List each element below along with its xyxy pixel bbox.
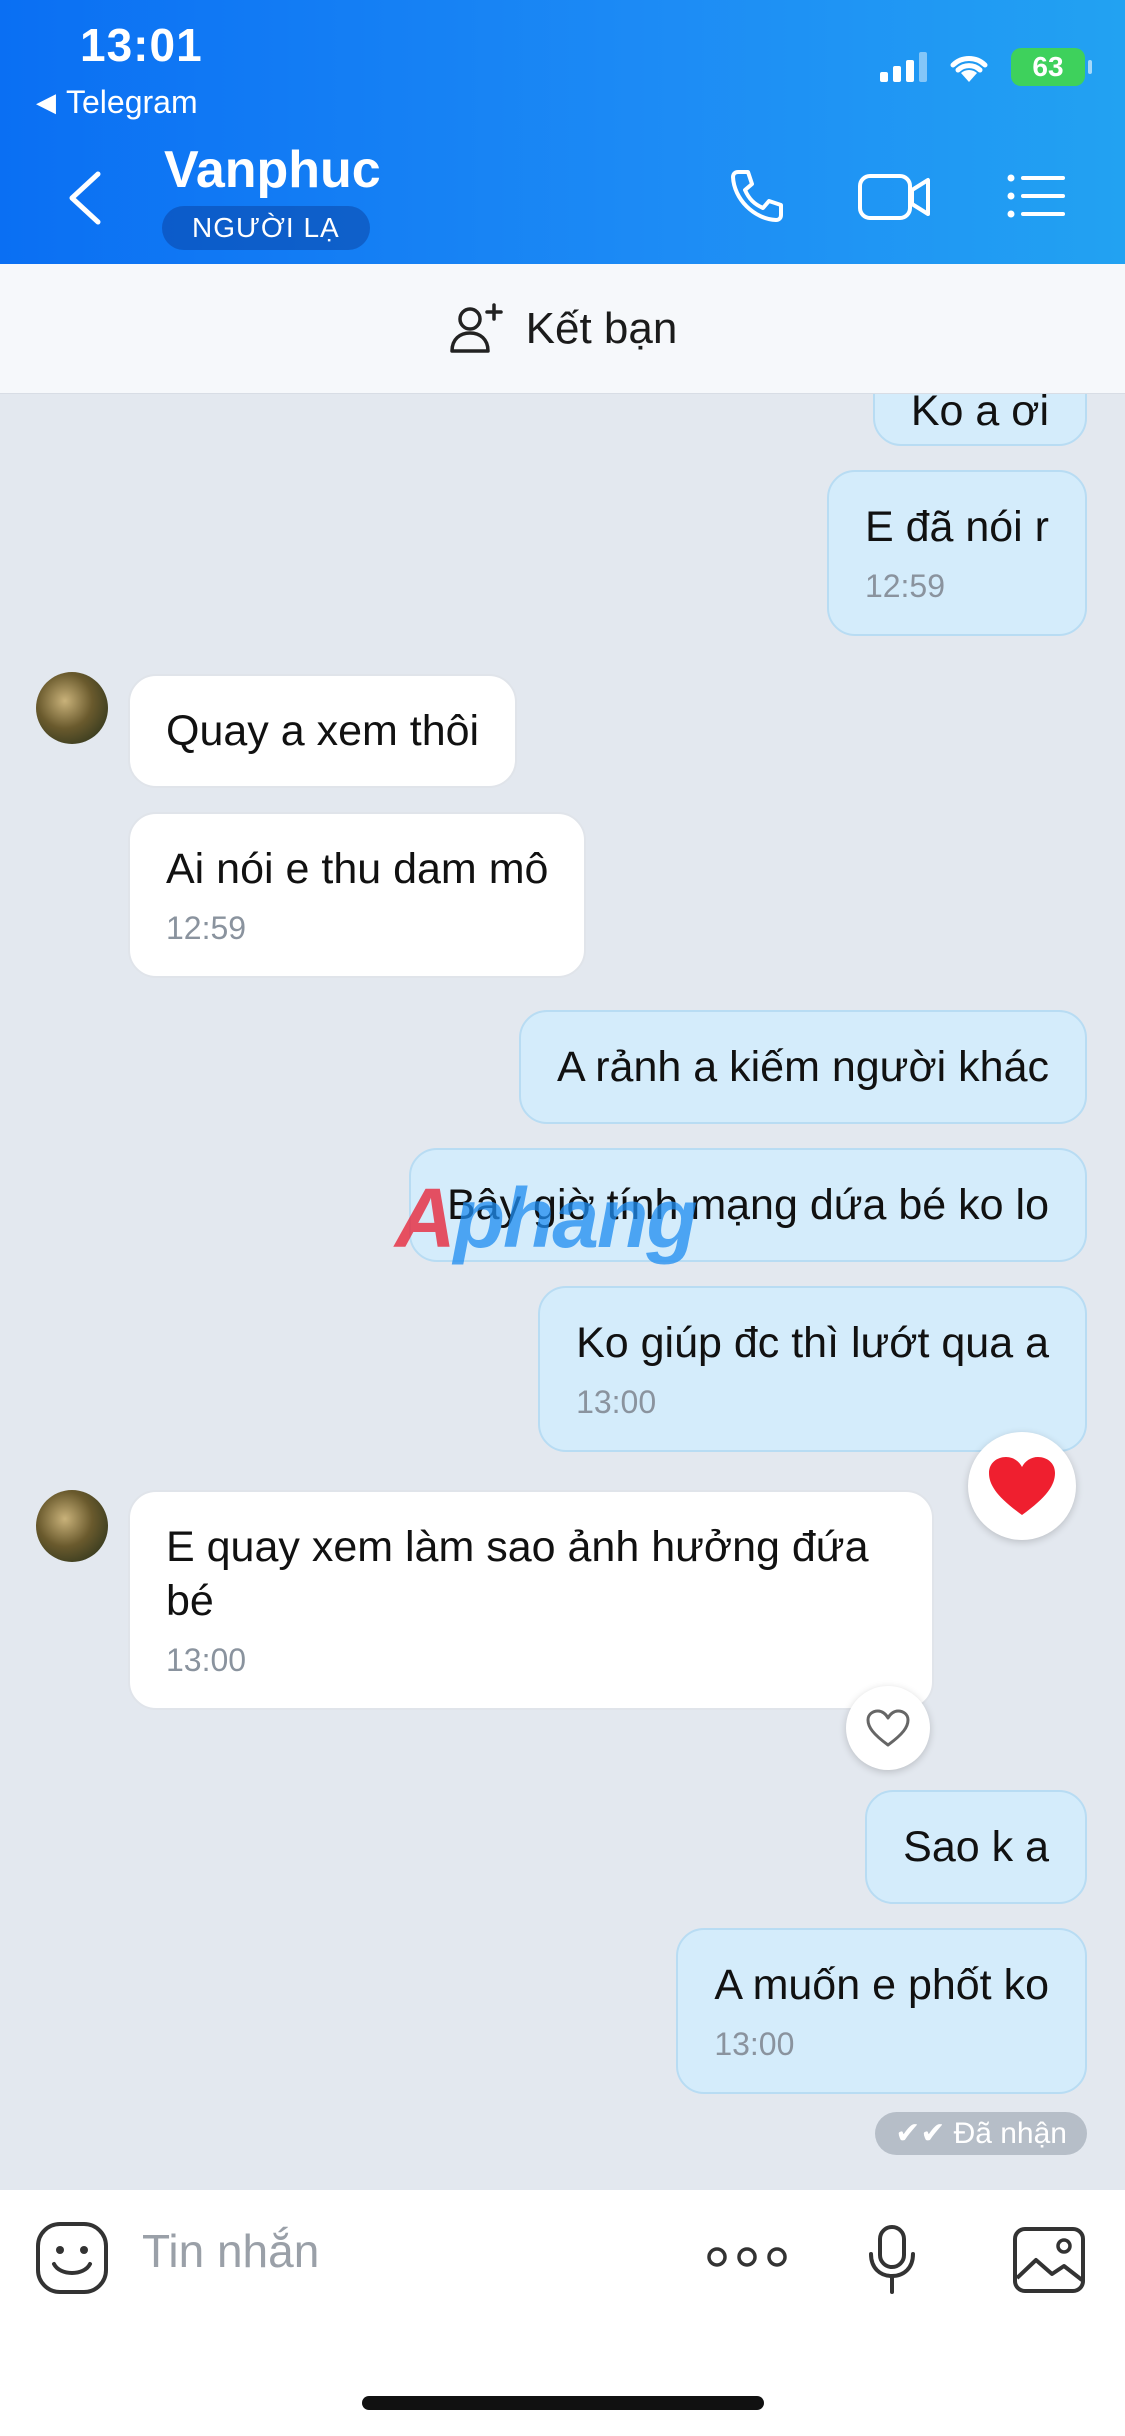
back-app-label: Telegram xyxy=(66,84,198,120)
status-icons: 63 xyxy=(880,48,1092,86)
message-bubble-in[interactable]: Quay a xem thôi xyxy=(128,674,518,788)
heart-outline-icon xyxy=(866,1709,910,1747)
heart-filled-icon xyxy=(989,1457,1055,1515)
message-text: Quay a xem thôi xyxy=(166,707,480,755)
video-call-icon[interactable] xyxy=(856,164,932,228)
status-time: 13:01 xyxy=(80,19,203,71)
delivery-status-label: Đã nhận xyxy=(953,2116,1067,2150)
message-bubble-in[interactable]: E quay xem làm sao ảnh hưởng đứa bé 13:0… xyxy=(128,1490,934,1710)
watermark-logo: Aphang xyxy=(395,1171,698,1265)
message-time: 12:59 xyxy=(166,910,247,946)
contact-avatar[interactable] xyxy=(36,1490,108,1562)
delivery-status: ✔✔ Đã nhận xyxy=(875,2112,1087,2155)
back-triangle-icon: ◀ xyxy=(36,87,56,117)
stranger-badge: NGƯỜI LẠ xyxy=(162,206,370,250)
react-button[interactable] xyxy=(846,1686,930,1770)
message-time: 13:00 xyxy=(166,1642,247,1678)
message-text: A muốn e phốt ko xyxy=(714,1961,1049,2009)
wifi-icon xyxy=(950,56,988,82)
more-options-icon[interactable] xyxy=(706,2242,788,2272)
reaction-heart[interactable] xyxy=(968,1432,1076,1540)
message-bubble-out[interactable]: E đã nói r 12:59 xyxy=(826,470,1087,636)
contact-avatar[interactable] xyxy=(36,672,108,744)
battery-icon: 63 xyxy=(1011,48,1092,86)
home-indicator[interactable] xyxy=(362,2396,764,2410)
message-text: Sao k a xyxy=(903,1823,1049,1871)
add-person-icon xyxy=(449,302,503,353)
message-text: Ko giúp đc thì lướt qua a xyxy=(576,1319,1049,1367)
microphone-icon[interactable] xyxy=(866,2224,918,2296)
message-text: E đã nói r xyxy=(864,503,1049,551)
message-time: 13:00 xyxy=(576,1384,657,1420)
message-bubble-in[interactable]: Ai nói e thu dam mô 12:59 xyxy=(128,812,587,978)
message-text: Ai nói e thu dam mô xyxy=(166,845,549,893)
emoji-sticker-icon[interactable] xyxy=(34,2220,110,2296)
message-bubble-out[interactable]: Ko giúp đc thì lướt qua a 13:00 xyxy=(538,1286,1087,1452)
phone-call-icon[interactable] xyxy=(724,164,788,228)
message-bubble-out[interactable]: Ko a ơi xyxy=(872,394,1087,446)
message-time: 12:59 xyxy=(864,568,946,604)
message-time: 13:00 xyxy=(714,2026,795,2062)
message-bubble-out[interactable]: Sao k a xyxy=(865,1790,1087,1904)
add-friend-button[interactable]: Kết bạn xyxy=(0,264,1125,394)
menu-list-icon[interactable] xyxy=(1003,164,1067,228)
add-friend-label: Kết bạn xyxy=(525,303,678,353)
cellular-signal-icon xyxy=(880,52,927,82)
message-list[interactable]: Ko a ơi E đã nói r 12:59 Quay a xem thôi… xyxy=(0,394,1125,2190)
contact-name[interactable]: Vanphuc xyxy=(164,140,381,200)
back-chevron-icon[interactable] xyxy=(62,168,108,228)
battery-level: 63 xyxy=(1032,51,1064,82)
message-text: A rảnh a kiếm người khác xyxy=(556,1043,1049,1091)
message-text: E quay xem làm sao ảnh hưởng đứa bé xyxy=(166,1523,869,1625)
message-input[interactable]: Tin nhắn xyxy=(142,2224,319,2278)
message-bubble-out[interactable]: A muốn e phốt ko 13:00 xyxy=(676,1928,1087,2094)
double-check-icon: ✔✔ xyxy=(895,2117,946,2150)
message-bubble-out[interactable]: A rảnh a kiếm người khác xyxy=(518,1010,1087,1124)
chat-header: 13:01 ◀ Telegram 63 Vanphuc NGƯỜI LẠ xyxy=(0,0,1125,264)
back-to-app-link[interactable]: ◀ Telegram xyxy=(36,84,198,121)
image-gallery-icon[interactable] xyxy=(1012,2226,1086,2294)
message-text: Ko a ơi xyxy=(910,394,1049,435)
